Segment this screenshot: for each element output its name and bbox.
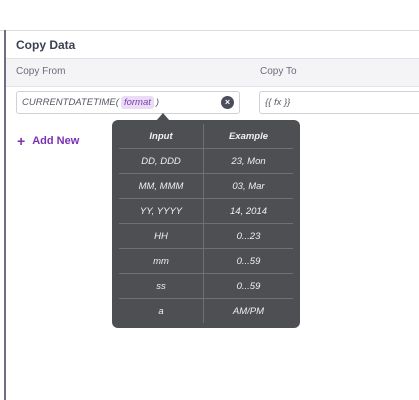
format-table-header-row: Input Example: [119, 124, 293, 149]
table-row: ss 0...59: [119, 273, 293, 299]
format-example-cell: 0...59: [203, 273, 293, 299]
format-example-cell: 23, Mon: [203, 148, 293, 174]
format-input-cell: YY, YYYY: [119, 198, 204, 224]
format-help-tooltip: Input Example DD, DDD 23, Mon MM, MMM 03…: [112, 120, 300, 328]
example-column-header: Example: [203, 124, 293, 149]
format-input-cell: MM, MMM: [119, 173, 204, 199]
divider: [0, 30, 419, 31]
table-row: mm 0...59: [119, 248, 293, 274]
copy-to-input[interactable]: {{ fx }}: [259, 91, 419, 114]
format-example-cell: 03, Mar: [203, 173, 293, 199]
copy-to-header: Copy To: [260, 66, 297, 77]
format-input-cell: a: [119, 298, 204, 323]
copy-from-input[interactable]: CURRENTDATETIME( format ): [16, 91, 240, 114]
input-column-header: Input: [119, 124, 204, 149]
table-row: HH 0...23: [119, 223, 293, 249]
copy-from-suffix: ): [155, 97, 160, 108]
format-token[interactable]: format: [120, 96, 154, 109]
column-header-row: [6, 58, 419, 87]
format-example-cell: 0...59: [203, 248, 293, 274]
format-table: Input Example DD, DDD 23, Mon MM, MMM 03…: [119, 124, 293, 323]
table-row: DD, DDD 23, Mon: [119, 148, 293, 174]
add-new-label: Add New: [32, 135, 80, 147]
section-title: Copy Data: [16, 38, 76, 52]
format-example-cell: AM/PM: [232, 305, 265, 317]
table-row: MM, MMM 03, Mar: [119, 173, 293, 199]
table-row: a AM/PM: [119, 298, 293, 323]
format-example-cell: 14, 2014: [203, 198, 293, 224]
copy-data-panel: Copy Data Copy From Copy To CURRENTDATET…: [0, 0, 419, 400]
format-example-cell: 0...23: [203, 223, 293, 249]
format-input-cell: DD, DDD: [119, 148, 204, 174]
add-new-button[interactable]: + Add New: [17, 133, 79, 149]
format-input-cell: HH: [119, 223, 204, 249]
table-row: YY, YYYY 14, 2014: [119, 198, 293, 224]
copy-from-header: Copy From: [16, 66, 66, 77]
format-input-cell: mm: [119, 248, 204, 274]
copy-to-value: {{ fx }}: [265, 97, 291, 108]
copy-from-prefix: CURRENTDATETIME(: [22, 97, 119, 108]
close-circle-icon[interactable]: ×: [221, 96, 234, 109]
plus-icon: +: [17, 133, 26, 149]
format-input-cell: ss: [119, 273, 204, 299]
